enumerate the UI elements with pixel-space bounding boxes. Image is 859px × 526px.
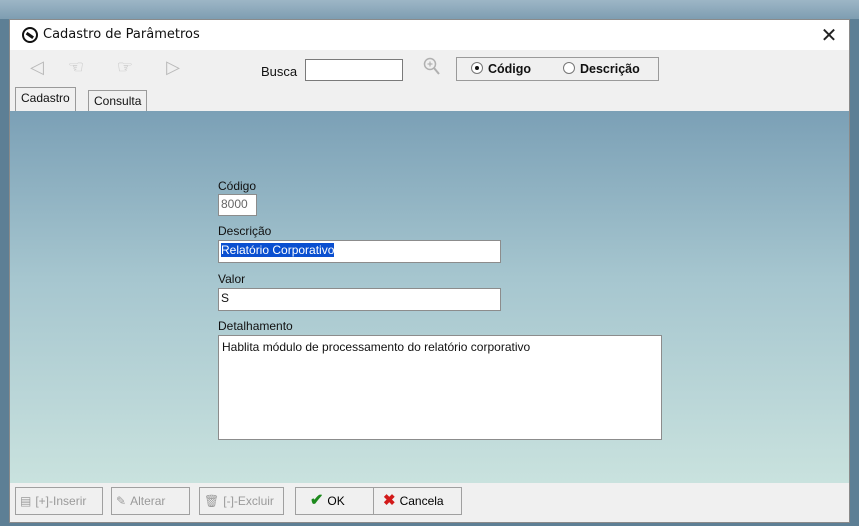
excluir-label: [-]-Excluir	[223, 494, 274, 508]
detalhamento-textarea[interactable]: Hablita módulo de processamento do relat…	[218, 335, 662, 440]
insert-icon: ▤	[20, 494, 32, 508]
window-title: Cadastro de Parâmetros	[43, 27, 200, 42]
descricao-label: Descrição	[218, 224, 272, 238]
trash-icon: 🗑	[204, 494, 220, 508]
next-record-icon[interactable]: ☞	[112, 56, 138, 78]
app-icon	[22, 27, 38, 43]
close-icon[interactable]: ✕	[809, 20, 849, 50]
ok-button[interactable]: ✔ OK	[295, 487, 374, 515]
cancela-button[interactable]: ✖ Cancela	[373, 487, 462, 515]
search-label: Busca	[261, 64, 298, 79]
detalhamento-label: Detalhamento	[218, 319, 293, 333]
dialog-window: Cadastro de Parâmetros ✕ ◁ ☜ ☞ ▷ Busca C…	[9, 19, 850, 523]
valor-field[interactable]: S	[218, 288, 501, 311]
descricao-field[interactable]: Relatório Corporativo	[218, 240, 501, 263]
descricao-value: Relatório Corporativo	[221, 243, 335, 257]
search-input[interactable]	[305, 59, 403, 81]
magnify-icon[interactable]	[423, 57, 441, 77]
title-bar: Cadastro de Parâmetros ✕	[10, 20, 849, 50]
alterar-label: Alterar	[130, 494, 166, 508]
radio-selected-icon	[471, 62, 483, 74]
last-record-icon[interactable]: ▷	[160, 56, 186, 78]
ok-label: OK	[327, 494, 345, 508]
radio-descricao-label: Descrição	[580, 62, 640, 76]
inserir-button[interactable]: ▤ [+]-Inserir	[15, 487, 103, 515]
previous-record-icon[interactable]: ☜	[63, 56, 89, 78]
cancela-label: Cancela	[399, 494, 444, 508]
valor-label: Valor	[218, 272, 246, 286]
radio-unselected-icon	[563, 62, 575, 74]
cancel-x-icon: ✖	[383, 492, 396, 509]
codigo-label: Código	[218, 179, 257, 193]
inserir-label: [+]-Inserir	[35, 494, 87, 508]
tab-strip: Cadastro Consulta	[10, 87, 849, 111]
tab-cadastro[interactable]: Cadastro	[15, 87, 76, 111]
toolbar: ◁ ☜ ☞ ▷ Busca Código Descrição	[10, 50, 849, 87]
radio-codigo-label: Código	[488, 62, 532, 76]
tab-consulta[interactable]: Consulta	[88, 90, 148, 111]
alterar-button[interactable]: ✎ Alterar	[111, 487, 190, 515]
radio-codigo[interactable]: Código	[471, 62, 531, 76]
radio-descricao[interactable]: Descrição	[563, 62, 640, 76]
search-mode-radio-group: Código Descrição	[456, 57, 659, 81]
checkmark-icon: ✔	[310, 492, 324, 509]
outer-desktop-strip	[0, 0, 859, 19]
cadastro-panel: Código 8000 Descrição Relatório Corporat…	[10, 111, 849, 483]
excluir-button[interactable]: 🗑 [-]-Excluir	[199, 487, 284, 515]
codigo-field[interactable]: 8000	[218, 194, 257, 216]
edit-icon: ✎	[116, 494, 127, 508]
first-record-icon[interactable]: ◁	[24, 56, 50, 78]
bottom-button-bar: ▤ [+]-Inserir ✎ Alterar 🗑 [-]-Excluir ✔ OK ✖…	[10, 483, 849, 522]
